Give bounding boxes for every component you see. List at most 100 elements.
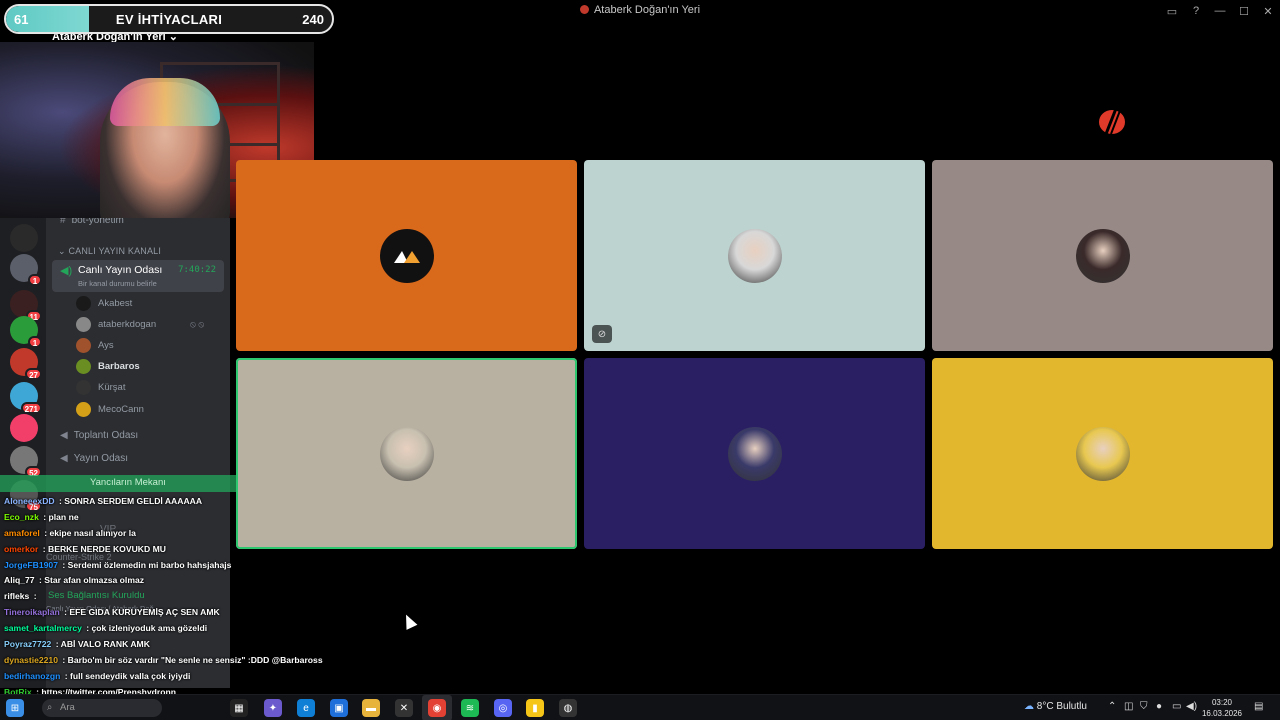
participant-tile[interactable] (236, 358, 577, 549)
store-icon[interactable]: ▣ (330, 699, 348, 717)
chat-message: Aliq_77 : Star afan olmazsa olmaz (0, 575, 330, 591)
voice-member[interactable]: Ays (76, 337, 114, 353)
unread-badge: 1 (28, 336, 42, 348)
voice-channel-yayin[interactable]: ◀ Yayın Odası (60, 453, 128, 464)
channel-status-hint[interactable]: Bir kanal durumu belirle (78, 279, 157, 288)
avatar (76, 401, 91, 417)
speaker-icon: ◀ (60, 453, 68, 464)
chat-username: rifleks (4, 591, 30, 602)
server-icon[interactable]: 1 (10, 254, 42, 286)
voice-member[interactable]: ataberkdogan ⦸ ⦸ (76, 316, 204, 332)
tray-app-icon[interactable]: ◫ (1124, 701, 1133, 712)
chat-username: dynastie2210 (4, 654, 58, 665)
unread-badge: 1 (28, 274, 42, 286)
close-button[interactable]: ✕ (1256, 0, 1280, 22)
chat-text: SONRA SERDEM GELDİ AAAAAA (64, 496, 203, 506)
highlight-label: Yancıların Mekanı (90, 477, 166, 488)
voice-member[interactable]: MecoCann (76, 401, 144, 417)
muted-icon: ⦸ ⦸ (190, 318, 205, 329)
server-icon[interactable]: 1 (10, 316, 42, 348)
member-name: MecoCann (98, 403, 144, 415)
member-name: Ays (98, 339, 114, 351)
server-icon[interactable]: 52 (10, 446, 42, 478)
weather-widget[interactable]: ☁ 8°C Bulutlu (1024, 701, 1087, 712)
discord-icon[interactable]: ◎ (494, 699, 512, 717)
task-view-icon[interactable]: ▦ (230, 699, 248, 717)
voice-channel-toplanti[interactable]: ◀ Toplantı Odası (60, 430, 138, 441)
notification-icon[interactable]: ▤ (1254, 701, 1263, 712)
copilot-icon[interactable]: ✦ (264, 699, 282, 717)
avatar (76, 316, 91, 332)
network-icon[interactable]: ▭ (1172, 701, 1181, 712)
cloud-icon: ☁ (1024, 701, 1034, 712)
participant-avatar (1075, 426, 1130, 481)
participant-tile[interactable] (932, 358, 1273, 549)
clock-time: 03:20 (1211, 698, 1233, 707)
server-icon[interactable] (10, 414, 38, 442)
chrome-icon[interactable]: ◉ (428, 699, 446, 717)
microphone-icon[interactable]: ● (1156, 701, 1162, 712)
chat-message: bedirhanozgn : full sendeydik valla çok … (0, 671, 330, 687)
tray-shield-icon[interactable]: ⛉ (1140, 701, 1148, 712)
chat-text: BERKE NERDE KOVUKD MU (48, 543, 166, 554)
chat-text: ABİ VALO RANK AMK (60, 639, 150, 650)
active-voice-channel[interactable]: ◀) Canlı Yayın Odası Bir kanal durumu be… (52, 260, 224, 292)
taskbar-search[interactable]: ⌕ Ara (42, 699, 162, 717)
maximize-button[interactable]: ☐ (1232, 0, 1256, 22)
taskbar: ⌕ Ara ⊞ ▦ ✦ e ▣ ▬ ✕ ◉ ≋ ◎ ▮ ◍ ☁ 8°C Bulutlu ⌃ ◫ ⛉ ●… (0, 694, 1280, 720)
volume-icon[interactable]: ◀) (1186, 701, 1197, 712)
goal-label: EV İHTİYACLARI (115, 12, 223, 27)
member-name: Barbaros (98, 361, 140, 373)
voice-member[interactable]: Kürşat (76, 380, 125, 396)
app-logo-icon (579, 5, 589, 14)
participant-tile[interactable] (584, 358, 925, 549)
participant-avatar (727, 228, 782, 283)
notes-icon[interactable]: ▮ (526, 699, 544, 717)
active-voice-name: Canlı Yayın Odası (78, 264, 163, 276)
avatar (76, 337, 91, 353)
participant-tile[interactable]: ⊘ (584, 160, 925, 351)
chat-message: dynastie2210 : Barbo'm bir söz vardır "N… (0, 655, 330, 671)
speaker-icon: ◀) (60, 265, 73, 277)
xbox-icon[interactable]: ✕ (395, 699, 413, 717)
participant-avatar (379, 426, 434, 481)
obs-icon[interactable]: ◍ (559, 699, 577, 717)
chat-separator: : (59, 654, 68, 665)
chat-username: Poyraz7722 (4, 639, 52, 650)
chat-text: çok izleniyoduk ama gözeldi (91, 623, 208, 634)
folder-icon[interactable]: ▬ (362, 699, 380, 717)
window-title-text: Ataberk Doğan'ın Yeri (593, 4, 701, 16)
server-icon[interactable]: 11 (10, 290, 42, 322)
tray-chevron-icon[interactable]: ⌃ (1108, 701, 1116, 712)
voice-member[interactable]: Barbaros (76, 359, 140, 375)
member-name: Akabest (98, 297, 133, 309)
participant-tile[interactable] (236, 160, 577, 351)
unread-badge: 27 (25, 368, 42, 380)
member-name: ataberkdogan (98, 318, 157, 330)
server-icon[interactable]: 27 (10, 348, 42, 380)
unread-badge: 271 (20, 402, 42, 414)
server-icon[interactable] (10, 224, 38, 252)
avatar (76, 359, 91, 375)
clock[interactable]: 03:20 16.03.2026 (1200, 697, 1244, 719)
participant-tile[interactable] (932, 160, 1273, 351)
inbox-icon[interactable]: ▭ (1160, 0, 1184, 22)
chat-separator: : (40, 511, 49, 522)
help-icon[interactable]: ? (1184, 0, 1208, 22)
edge-icon[interactable]: e (297, 699, 315, 717)
chat-username: samet_kartalmercy (4, 623, 82, 634)
voice-member[interactable]: Akabest (76, 295, 132, 311)
voice-timer: 7:40:22 (178, 265, 216, 275)
start-icon[interactable]: ⊞ (6, 699, 24, 717)
chat-text: full sendeydik valla çok iyiydi (69, 670, 191, 681)
category-header[interactable]: ⌄ CANLI YAYIN KANALI (58, 246, 161, 257)
server-icon[interactable]: 271 (10, 382, 42, 414)
chat-separator: : (40, 543, 49, 554)
avatar (76, 295, 91, 311)
chat-message: rifleks : (0, 591, 330, 607)
chat-text: plan ne (48, 511, 79, 522)
streamer-hair (110, 78, 220, 126)
minimize-button[interactable]: — (1208, 0, 1232, 22)
spotify-icon[interactable]: ≋ (461, 699, 479, 717)
weather-text: 8°C Bulutlu (1036, 701, 1087, 712)
